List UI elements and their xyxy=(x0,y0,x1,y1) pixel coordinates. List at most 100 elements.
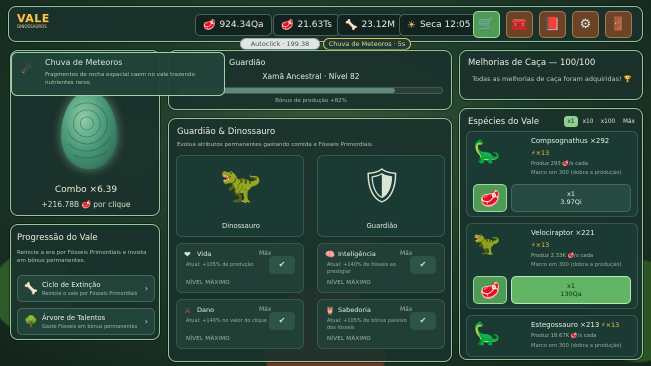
claw-icon: ⚔ xyxy=(184,306,192,315)
dino-card[interactable]: 🦖 Dinossauro xyxy=(176,155,304,237)
upgrade-level: NÍVEL MÁXIMO xyxy=(327,280,371,286)
meat-rate-icon: 🥩 xyxy=(281,19,294,31)
species-prod: Produz 2.33K 🥩/s cada xyxy=(531,253,593,259)
top-bar: VALE DINOSSAUROS 🥩 924.34Qa 🥩 21.63Ts 🦴 … xyxy=(8,6,643,42)
species-prod-value: Produz 18.67K xyxy=(531,333,570,339)
gd-title: Guardião & Dinossauro xyxy=(177,127,276,137)
buy-cost: 3.97Qi xyxy=(560,198,582,206)
progression-title: Progressão do Vale xyxy=(17,233,98,243)
item-sub: Gaste Fósseis em bônus permanentes xyxy=(42,324,138,330)
meat-small-icon: 🥩 xyxy=(562,161,569,167)
upgrade-name: Vida xyxy=(197,250,212,258)
guardian-card[interactable]: 🛡 Guardião xyxy=(317,155,445,237)
chevron-right-icon: › xyxy=(144,317,148,326)
species-estegossauro: 🦕 Estegossauro ×213 ⚡×13 Produz 18.67K 🥩… xyxy=(466,315,638,357)
upgrade-dano: ⚔ Dano Máx Atual: +140% no valor do cliq… xyxy=(176,299,304,349)
bones-value: 23.12M xyxy=(361,20,395,30)
species-prod-suffix: /s cada xyxy=(577,333,597,339)
meat-small-icon: 🥩 xyxy=(570,333,578,339)
logo-text: VALE xyxy=(17,12,50,25)
event-pill: Chuva de Meteoros · 5s xyxy=(323,38,411,50)
guardian-dino-panel: Guardião & Dinossauro Evolua atributos p… xyxy=(168,118,452,362)
extinction-cycle-button[interactable]: 🦴 Ciclo de Extinção Reinicie o vale por … xyxy=(17,275,155,302)
species-level-value: ×13 xyxy=(535,149,550,157)
card-label: Dinossauro xyxy=(222,222,260,230)
upgrade-desc: Atual: +140% de fósseis ao prestigiar xyxy=(327,262,396,275)
check-button[interactable]: ✔ xyxy=(410,312,436,330)
sun-icon: ☀ xyxy=(407,19,416,31)
upgrade-desc: Atual: +140% no valor do clique xyxy=(186,318,267,324)
multiplier-x10[interactable]: x10 xyxy=(580,116,596,127)
per-click-value: +216.78B xyxy=(41,200,80,209)
upgrade-desc: Atual: +105% de bônus passivo dos fóssei… xyxy=(327,318,407,331)
hunt-description: Todas as melhorias de caça foram adquiri… xyxy=(472,75,622,83)
species-title: Espécies do Vale xyxy=(468,117,540,127)
meat-icon: 🥩 xyxy=(480,280,500,300)
shop-button[interactable]: 🛒 xyxy=(473,11,500,38)
brain-icon: 🧠 xyxy=(325,250,335,259)
progression-description: Reinicie a era por Fósseis Primordiais e… xyxy=(17,250,147,264)
book-icon: 📕 xyxy=(544,17,561,32)
multiplier-x1[interactable]: x1 xyxy=(564,116,578,127)
meat-counter: 🥩 924.34Qa xyxy=(195,14,272,36)
buy-button[interactable]: x1 3.97Qi xyxy=(511,184,631,212)
exit-button[interactable]: 🚪 xyxy=(605,11,632,38)
upgrade-name: Dano xyxy=(197,306,215,314)
upgrade-inteligencia: 🧠 Inteligência Máx Atual: +140% de fósse… xyxy=(317,243,445,293)
game-logo: VALE DINOSSAUROS xyxy=(17,12,50,39)
species-milestone: Marco em 300 (dobra a produção) xyxy=(531,170,622,176)
owl-icon: 🦉 xyxy=(325,306,335,315)
dino-egg[interactable] xyxy=(61,91,117,169)
per-click-line: +216.78B 🥩 por clique xyxy=(11,200,161,209)
species-level: ⚡×13 xyxy=(531,241,550,249)
progression-panel: Progressão do Vale Reinicie a era por Fó… xyxy=(10,224,160,340)
logo-subtext: DINOSSAUROS xyxy=(17,24,47,29)
item-name: Árvore de Talentos xyxy=(42,314,106,322)
upgrade-desc: Atual: +105% de produção xyxy=(186,262,254,268)
per-click-suffix: por clique xyxy=(93,200,131,209)
species-milestone: Marco em 300 (dobra a produção) xyxy=(531,343,622,349)
species-panel: Espécies do Vale x1 x10 x100 Máx 🦕 Comps… xyxy=(459,108,643,360)
species-prod-suffix: /s cada xyxy=(574,253,594,259)
species-name: Compsognathus ×292 xyxy=(531,137,610,145)
guardian-title: Guardião xyxy=(229,58,266,67)
check-button[interactable]: ✔ xyxy=(410,256,436,274)
check-button[interactable]: ✔ xyxy=(269,256,295,274)
gd-description: Evolua atributos permanentes gastando co… xyxy=(177,142,374,148)
door-icon: 🚪 xyxy=(610,17,627,32)
upgrade-level: NÍVEL MÁXIMO xyxy=(186,280,230,286)
buy-cost: 130Qa xyxy=(560,290,582,298)
feed-button[interactable]: 🥩 xyxy=(473,184,507,212)
popup-title: Chuva de Meteoros xyxy=(45,58,123,67)
settings-button[interactable]: ⚙ xyxy=(572,11,599,38)
upgrade-sabedoria: 🦉 Sabedoria Máx Atual: +105% de bônus pa… xyxy=(317,299,445,349)
meat-value: 924.34Qa xyxy=(219,20,264,30)
autoclick-pill[interactable]: Autoclick · 199.38 xyxy=(240,38,320,50)
warrior-icon: 🛡 xyxy=(360,166,404,206)
upgrade-name: Sabedoria xyxy=(338,306,371,314)
species-level-value: ×13 xyxy=(535,241,550,249)
meat-icon: 🥩 xyxy=(203,19,216,31)
multiplier-max[interactable]: Máx xyxy=(620,116,638,127)
species-prod-suffix: /s cada xyxy=(569,161,588,167)
compsognathus-icon: 🦕 xyxy=(473,140,501,165)
buy-button[interactable]: x1 130Qa xyxy=(511,276,631,304)
upgrade-name: Inteligência xyxy=(338,250,376,258)
upgrade-level: NÍVEL MÁXIMO xyxy=(327,336,371,342)
t-rex-icon: 🦖 xyxy=(219,166,263,206)
inventory-button[interactable]: 🧰 xyxy=(506,11,533,38)
upgrade-level: NÍVEL MÁXIMO xyxy=(186,336,230,342)
species-level: ⚡×13 xyxy=(531,149,550,157)
gear-icon: ⚙ xyxy=(579,17,592,32)
feed-button[interactable]: 🥩 xyxy=(473,276,507,304)
species-prod: Produz 18.67K 🥩/s cada xyxy=(531,333,597,339)
species-name: Velociraptor ×221 xyxy=(531,229,595,237)
season-clock: ☀ Seca 12:05 xyxy=(399,14,479,36)
check-button[interactable]: ✔ xyxy=(269,312,295,330)
item-sub: Reinicie o vale por Fósseis Primordiais xyxy=(42,291,138,297)
talent-tree-button[interactable]: 🌳 Árvore de Talentos Gaste Fósseis em bô… xyxy=(17,308,155,335)
species-velociraptor: 🦖 Velociraptor ×221 ⚡×13 Produz 2.33K 🥩/… xyxy=(466,223,638,309)
encyclopedia-button[interactable]: 📕 xyxy=(539,11,566,38)
chevron-right-icon: › xyxy=(144,284,148,293)
multiplier-x100[interactable]: x100 xyxy=(598,116,618,127)
